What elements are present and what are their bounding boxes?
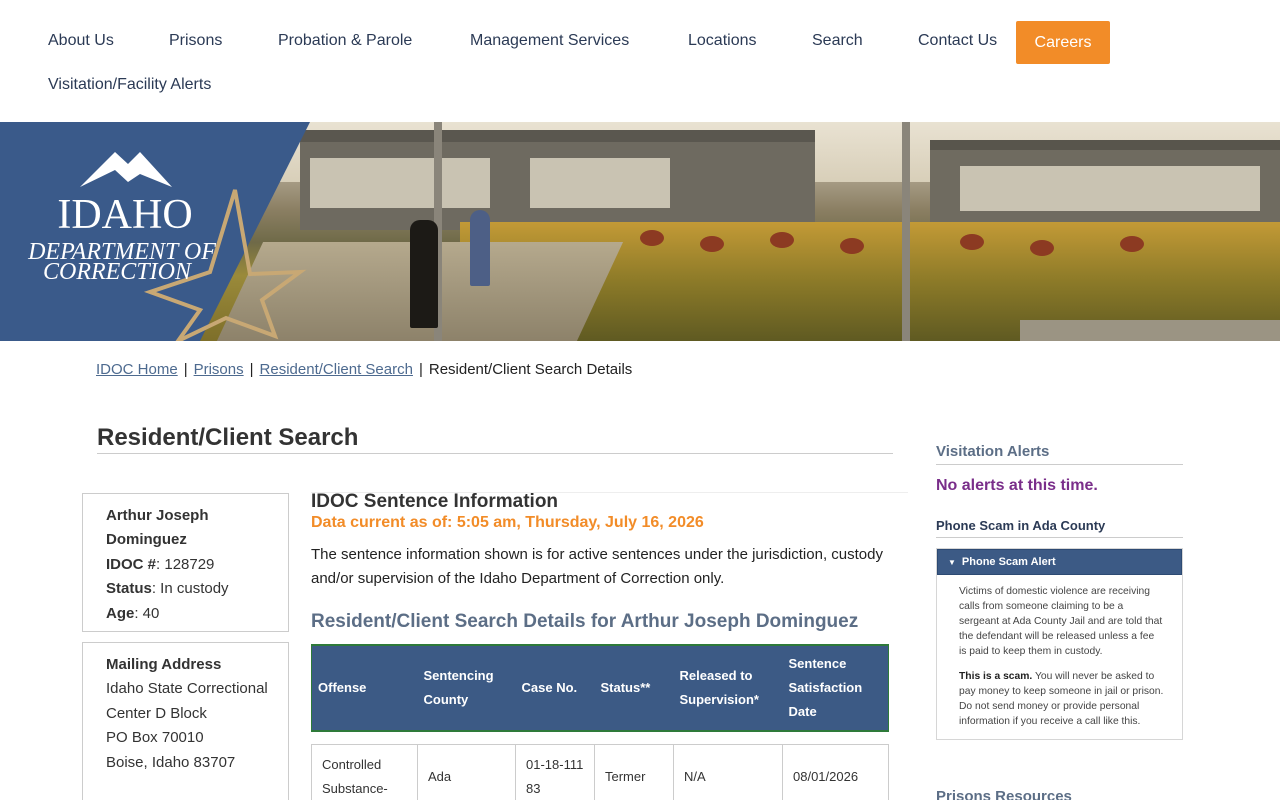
table-spacer xyxy=(311,730,889,745)
age-value: : 40 xyxy=(134,604,160,622)
breadcrumb: IDOC Home | Prisons | Resident/Client Search… xyxy=(96,361,632,378)
table-cell-status: Termer xyxy=(594,743,674,800)
sidebar-divider xyxy=(936,464,1183,465)
mailing-address-heading: Mailing Address xyxy=(106,656,222,673)
hero-shrub xyxy=(700,236,724,252)
breadcrumb-current: Resident/Client Search Details xyxy=(428,361,633,378)
table-cell-case-no: 01-18-11183 xyxy=(515,743,595,800)
scam-paragraph: Victims of domestic violence are receivi… xyxy=(959,586,1163,657)
visitation-alerts-heading: Visitation Alerts xyxy=(936,443,1050,460)
nav-about-us[interactable]: About Us xyxy=(48,32,114,50)
idoc-number-value: : 128729 xyxy=(156,555,215,573)
breadcrumb-search-link[interactable]: Resident/Client Search xyxy=(260,361,413,378)
mailing-address-line: Idaho State Correctional xyxy=(106,680,268,698)
hero-curb xyxy=(1020,320,1280,341)
breadcrumb-separator: | xyxy=(418,361,423,378)
nav-visitation-alerts[interactable]: Visitation/Facility Alerts xyxy=(48,76,211,94)
careers-button[interactable]: Careers xyxy=(1016,21,1110,64)
sentence-info-title: IDOC Sentence Information xyxy=(311,491,559,512)
hero-shrub xyxy=(640,230,664,246)
scam-paragraph: This is a scam. You will never be asked … xyxy=(959,669,1164,729)
table-cell-county: Ada xyxy=(417,743,516,800)
nav-management-services[interactable]: Management Services xyxy=(470,32,629,50)
top-navigation: About Us Prisons Probation & Parole Mana… xyxy=(0,0,1280,122)
hero-shrub xyxy=(1120,236,1144,252)
nav-probation-parole[interactable]: Probation & Parole xyxy=(278,32,412,50)
status-value: : In custody xyxy=(151,580,229,598)
hero-banner: IDAHO DEPARTMENT OF CORRECTION xyxy=(0,122,1280,341)
age-label: Age xyxy=(106,604,135,622)
breadcrumb-prisons-link[interactable]: Prisons xyxy=(194,361,244,378)
phone-scam-accordion: ▼ Phone Scam Alert Victims of domestic v… xyxy=(936,548,1183,740)
sentence-intro-text: The sentence information shown is for ac… xyxy=(311,546,883,588)
table-row: Controlled Substance- Ada 01-18-11183 Te… xyxy=(311,743,889,800)
hero-windows xyxy=(530,158,670,208)
nav-search[interactable]: Search xyxy=(812,32,863,50)
hero-shrub xyxy=(960,234,984,250)
hero-shrub xyxy=(1030,240,1054,256)
nav-prisons[interactable]: Prisons xyxy=(169,32,222,50)
nav-locations[interactable]: Locations xyxy=(688,32,757,50)
table-cell-offense: Controlled Substance- xyxy=(311,743,418,800)
scam-warning-bold: This is a scam. xyxy=(959,671,1033,682)
no-alerts-message: No alerts at this time. xyxy=(936,477,1098,494)
accordion-title: Phone Scam Alert xyxy=(961,556,1056,568)
accordion-body: Victims of domestic violence are receivi… xyxy=(937,575,1182,729)
caret-down-icon: ▼ xyxy=(948,557,956,567)
hero-windows xyxy=(310,158,490,208)
search-details-title: Resident/Client Search Details for Arthu… xyxy=(311,611,859,632)
prisons-resources-heading: Prisons Resources xyxy=(936,788,1072,800)
breadcrumb-separator: | xyxy=(183,361,188,378)
table-header-offense: Offense xyxy=(311,644,418,732)
hero-person xyxy=(470,210,490,286)
title-divider xyxy=(97,453,893,454)
idoc-logo[interactable]: IDAHO DEPARTMENT OF CORRECTION xyxy=(0,122,310,341)
table-cell-satisfaction-date: 08/01/2026 xyxy=(782,743,889,800)
person-summary-card: Arthur Joseph Dominguez IDOC #: 128729 S… xyxy=(82,493,289,632)
phone-scam-accordion-toggle[interactable]: ▼ Phone Scam Alert xyxy=(937,549,1182,575)
table-cell-released: N/A xyxy=(673,743,783,800)
idoc-number-label: IDOC # xyxy=(106,555,157,573)
mailing-address-line: Boise, Idaho 83707 xyxy=(106,753,236,771)
table-header-released-to-supervision: Released to Supervision* xyxy=(673,644,783,732)
hero-shrub xyxy=(770,232,794,248)
hero-light-pole xyxy=(902,122,910,341)
table-header-sentencing-county: Sentencing County xyxy=(417,644,516,732)
mailing-address-line: PO Box 70010 xyxy=(106,729,204,747)
sidebar-divider xyxy=(936,537,1183,538)
person-name: Arthur Joseph Dominguez xyxy=(106,507,209,549)
nav-contact-us[interactable]: Contact Us xyxy=(918,32,997,50)
table-header-satisfaction-date: Sentence Satisfaction Date xyxy=(782,644,889,732)
table-header-case-no: Case No. xyxy=(515,644,595,732)
phone-scam-heading: Phone Scam in Ada County xyxy=(936,518,1106,533)
page-title: Resident/Client Search xyxy=(97,424,359,451)
sentence-table: Offense Sentencing County Case No. Statu… xyxy=(311,644,889,800)
hero-windows xyxy=(960,166,1260,211)
mailing-address-line: Center D Block xyxy=(106,704,207,722)
mailing-address-card: Mailing Address Idaho State Correctional… xyxy=(82,642,289,800)
data-current-timestamp: Data current as of: 5:05 am, Thursday, J… xyxy=(311,514,704,531)
breadcrumb-separator: | xyxy=(249,361,254,378)
logo-idaho-text: IDAHO xyxy=(57,192,192,238)
hero-shrub xyxy=(840,238,864,254)
hero-person xyxy=(410,220,438,328)
breadcrumb-home-link[interactable]: IDOC Home xyxy=(96,361,178,378)
table-header-status: Status** xyxy=(594,644,674,732)
logo-correction-text: CORRECTION xyxy=(43,259,193,285)
status-label: Status xyxy=(106,580,152,598)
